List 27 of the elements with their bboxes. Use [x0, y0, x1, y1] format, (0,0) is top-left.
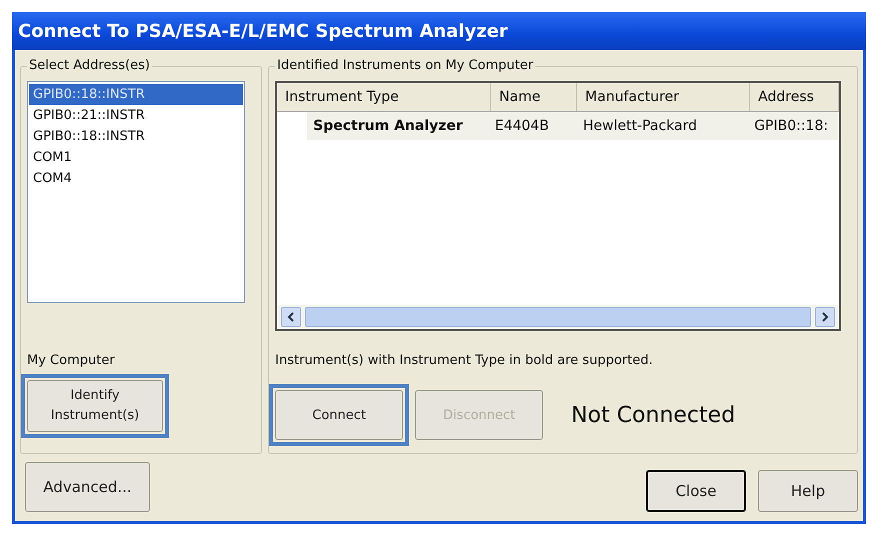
address-item[interactable]: COM1	[29, 147, 243, 168]
window-title: Connect To PSA/ESA-E/L/EMC Spectrum Analyzer	[12, 12, 866, 50]
address-item[interactable]: GPIB0::18::INSTR	[29, 126, 243, 147]
scroll-thumb[interactable]	[305, 307, 812, 327]
address-item[interactable]: GPIB0::18::INSTR	[29, 84, 243, 105]
table-cell-text: Spectrum Analyzer	[312, 117, 464, 136]
table-cell-text: GPIB0::18:	[753, 117, 830, 136]
support-note: Instrument(s) with Instrument Type in bold are supported.	[275, 353, 654, 368]
table-cell-text: Hewlett-Packard	[582, 117, 698, 136]
group-label: Identified Instruments on My Computer	[275, 58, 536, 73]
address-item[interactable]: COM4	[29, 168, 243, 189]
group-label: Select Address(es)	[27, 58, 152, 73]
help-button[interactable]: Help	[758, 470, 858, 512]
connection-status: Not Connected	[571, 402, 736, 428]
close-button[interactable]: Close	[646, 470, 746, 512]
caption-label: My Computer	[27, 353, 116, 368]
horizontal-scrollbar[interactable]	[277, 305, 840, 329]
address-item[interactable]: GPIB0::21::INSTR	[29, 105, 243, 126]
column-header[interactable]: Address	[750, 83, 840, 111]
address-list[interactable]: GPIB0::18::INSTR GPIB0::21::INSTR GPIB0::18::INSTR COM1 COM4	[27, 81, 245, 303]
column-header[interactable]: Manufacturer	[577, 83, 750, 111]
advanced-button[interactable]: Advanced...	[25, 462, 150, 512]
table-cell-text: E4404B	[494, 117, 550, 136]
column-header[interactable]: Instrument Type	[277, 83, 492, 111]
identify-button[interactable]: Identify Instrument(s)	[27, 380, 163, 432]
column-header[interactable]: Name	[491, 83, 578, 111]
connect-button[interactable]: Connect	[275, 390, 404, 440]
